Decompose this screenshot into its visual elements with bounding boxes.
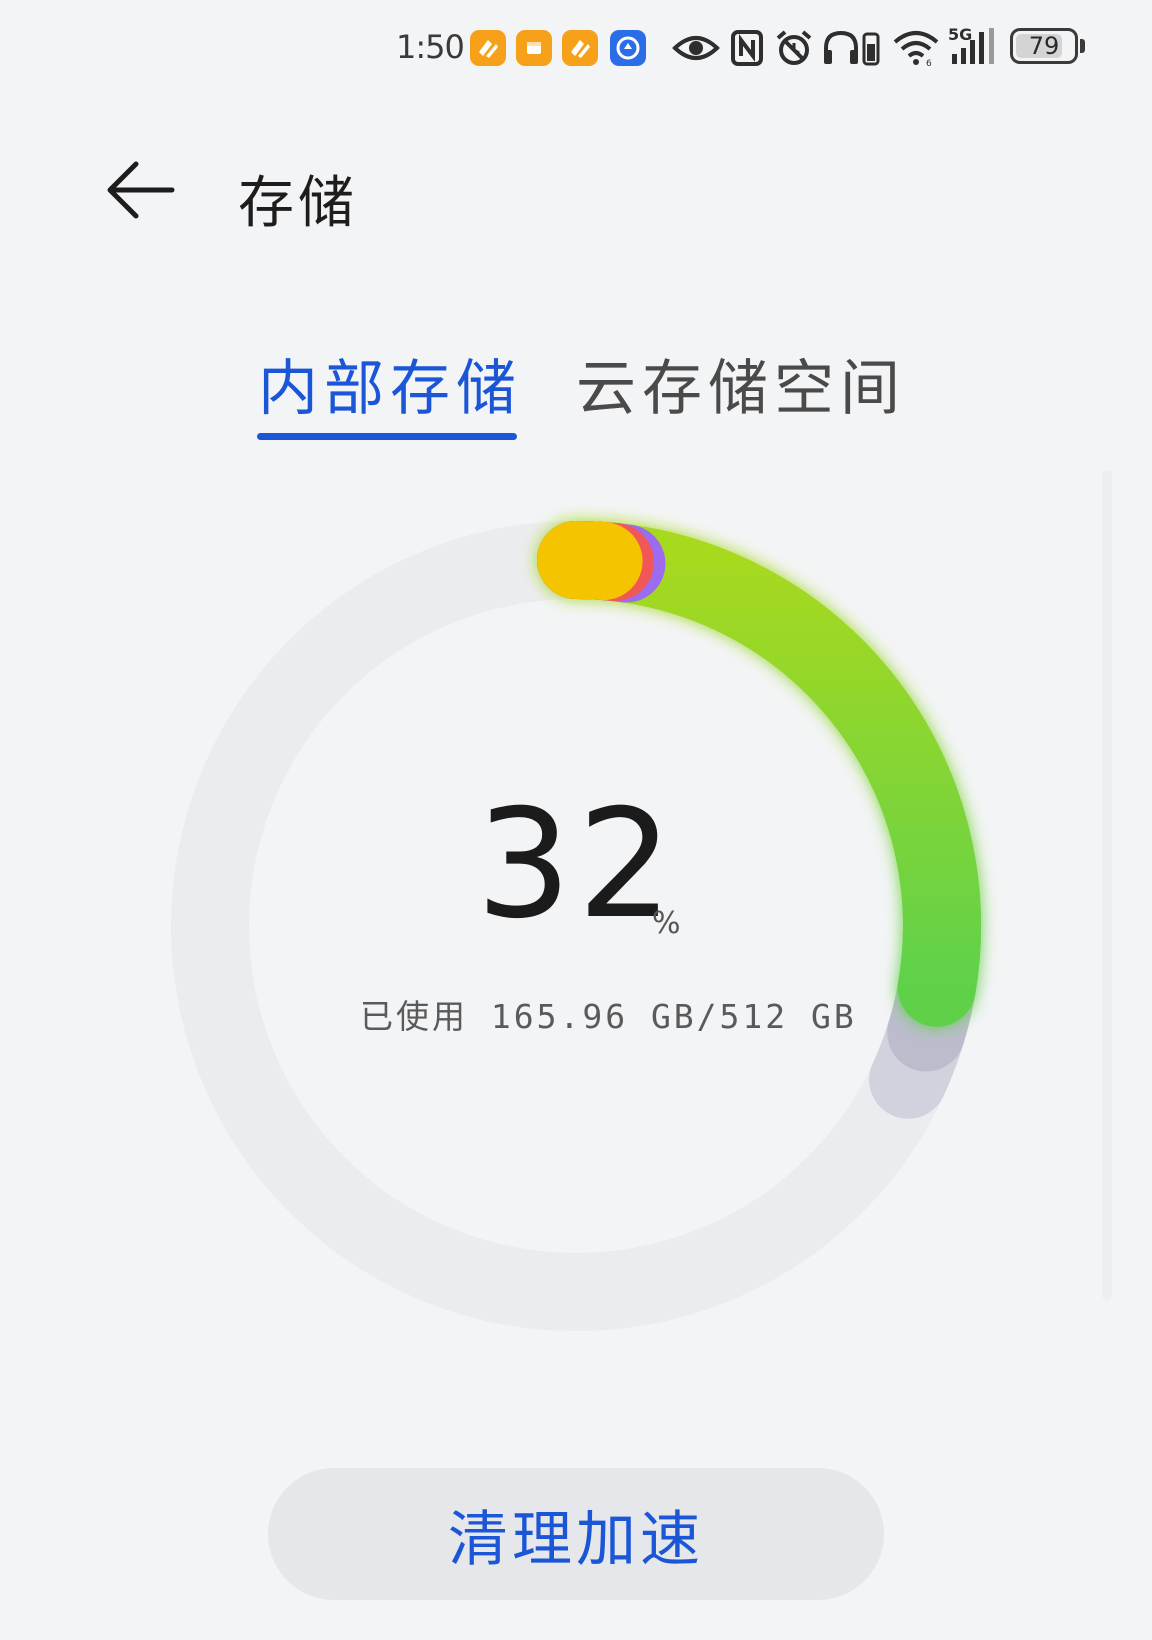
usage-percent-value: 32 <box>476 778 679 952</box>
usage-detail-text: 已使用 165.96 GB/512 GB <box>360 997 857 1036</box>
battery-level: 79 <box>1028 32 1060 60</box>
usage-percent-unit: % <box>652 906 681 941</box>
ring-segment-yellow <box>537 521 643 601</box>
storage-usage-ring <box>171 521 981 1331</box>
clean-accelerate-button[interactable]: 清理加速 <box>268 1468 884 1600</box>
